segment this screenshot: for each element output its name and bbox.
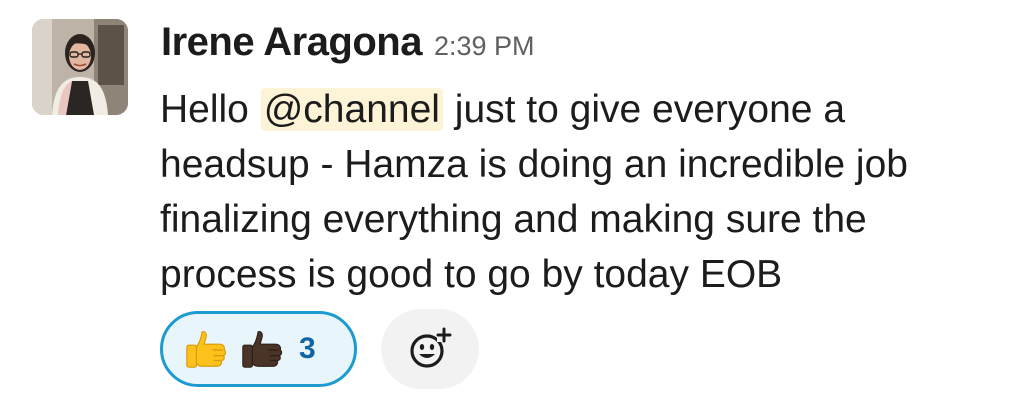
message-line: finalizing everything and making sure th… [160, 198, 867, 241]
avatar[interactable] [32, 19, 128, 115]
message-line: headsup - Hamza is doing an incredible j… [160, 143, 908, 186]
timestamp[interactable]: 2:39 PM [434, 31, 535, 62]
avatar-photo [32, 19, 128, 115]
message-header: Irene Aragona 2:39 PM [161, 20, 535, 74]
author-name[interactable]: Irene Aragona [161, 20, 422, 65]
message-body: Hello @channel just to give everyone a h… [160, 82, 1010, 302]
add-reaction-button[interactable] [381, 309, 479, 389]
message-text: just to give everyone a [454, 88, 846, 131]
add-emoji-icon [410, 327, 452, 368]
reaction-thumbs-up[interactable]: 3 [160, 311, 357, 387]
message-line: Hello @channel just to give everyone a [160, 82, 1010, 137]
channel-mention[interactable]: @channel [260, 88, 443, 131]
reaction-count: 3 [299, 332, 316, 365]
thumbs-up-light-icon [186, 330, 227, 368]
thumbs-up-dark-icon [242, 330, 283, 368]
message-line: process is good to go by today EOB [160, 253, 783, 296]
message-text: Hello [160, 88, 249, 131]
